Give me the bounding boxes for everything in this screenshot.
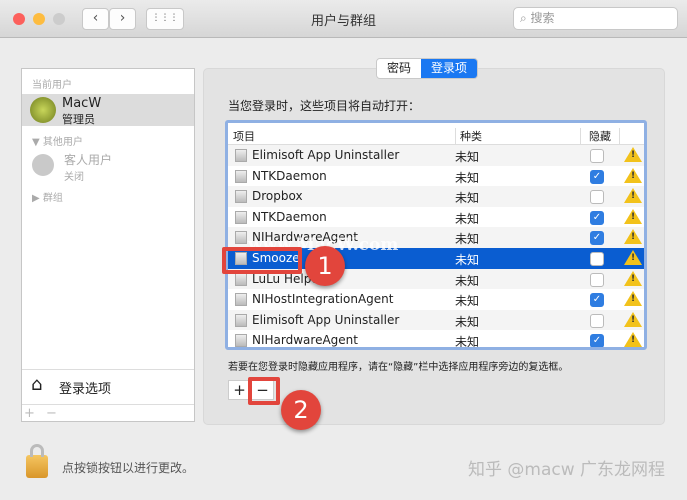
user-sidebar: 当前用户 MacW 管理员 ▼ 其他用户 客人用户 关闭 ▶ 群组 ⌂ 登录选项… xyxy=(21,68,195,422)
item-kind: 未知 xyxy=(455,150,480,164)
warning-icon: ! xyxy=(624,311,642,327)
warning-icon: ! xyxy=(624,188,642,204)
item-name: Elimisoft App Uninstaller xyxy=(252,148,400,162)
app-icon xyxy=(235,293,247,307)
warning-icon: ! xyxy=(624,249,642,265)
current-user-header: 当前用户 xyxy=(32,80,72,91)
column-kind[interactable]: 种类 xyxy=(455,128,482,144)
item-kind: 未知 xyxy=(455,335,480,350)
warning-icon: ! xyxy=(624,291,642,307)
guest-avatar-icon xyxy=(32,154,54,176)
app-icon xyxy=(235,272,247,286)
annotation-badge-1: 1 xyxy=(305,246,345,286)
table-row[interactable]: Dropbox 未知 ! xyxy=(228,186,644,207)
intro-text: 当您登录时，这些项目将自动打开： xyxy=(228,99,421,113)
item-kind: 未知 xyxy=(455,170,480,185)
app-icon xyxy=(235,210,247,224)
item-name: NTKDaemon xyxy=(252,209,327,224)
warning-icon: ! xyxy=(624,167,642,183)
warning-icon: ! xyxy=(624,208,642,224)
table-row[interactable]: Elimisoft App Uninstaller 未知 ! xyxy=(228,309,644,331)
hide-checkbox[interactable]: ✓ xyxy=(590,231,604,246)
annotation-badge-2: 2 xyxy=(281,390,321,430)
app-icon xyxy=(235,334,247,347)
warning-icon: ! xyxy=(624,332,642,347)
user-name: MacW xyxy=(62,96,102,111)
sidebar-remove-button[interactable]: − xyxy=(46,406,57,421)
warning-icon: ! xyxy=(624,147,642,162)
sidebar-add-button[interactable]: + xyxy=(24,406,35,421)
table-row[interactable]: Elimisoft App Uninstaller 未知 ! xyxy=(228,145,644,166)
table-row[interactable]: NTKDaemon 未知 ✓ ! xyxy=(228,207,644,228)
item-kind: 未知 xyxy=(455,314,480,329)
hide-note: 若要在您登录时隐藏应用程序，请在“隐藏”栏中选择应用程序旁边的复选框。 xyxy=(228,362,569,373)
item-kind: 未知 xyxy=(455,294,480,309)
annotation-box-2 xyxy=(248,377,280,405)
annotation-box-1 xyxy=(222,247,302,274)
user-item-macw[interactable]: MacW 管理员 xyxy=(22,94,194,126)
item-name: NIHardwareAgent xyxy=(252,333,358,348)
avatar xyxy=(30,97,56,123)
hide-checkbox[interactable]: ✓ xyxy=(590,293,604,308)
hide-checkbox[interactable]: ✓ xyxy=(590,210,604,225)
item-kind: 未知 xyxy=(455,273,480,288)
guest-status: 关闭 xyxy=(64,172,84,183)
table-row[interactable]: NTKDaemon 未知 ✓ ! xyxy=(228,166,644,187)
column-hide[interactable]: 隐藏 xyxy=(580,128,620,144)
table-row[interactable]: NIHardwareAgent 未知 ✓ ! xyxy=(228,330,644,350)
app-icon xyxy=(235,149,247,162)
hide-checkbox[interactable] xyxy=(590,149,604,163)
app-icon xyxy=(235,169,247,183)
app-icon xyxy=(235,313,247,327)
lock-icon[interactable] xyxy=(26,444,48,478)
table-row[interactable]: NIHostIntegrationAgent 未知 ✓ ! xyxy=(228,289,644,310)
login-options-item[interactable]: ⌂ 登录选项 xyxy=(22,369,194,405)
search-input[interactable]: ⌕ 搜索 xyxy=(513,7,678,30)
item-kind: 未知 xyxy=(455,191,480,206)
warning-icon: ! xyxy=(624,229,642,245)
guest-user[interactable]: 客人用户 xyxy=(64,151,112,168)
app-icon xyxy=(235,190,247,204)
item-name: Dropbox xyxy=(252,189,303,204)
hide-checkbox[interactable] xyxy=(590,251,604,266)
hide-checkbox[interactable] xyxy=(590,190,604,205)
hide-checkbox[interactable] xyxy=(590,272,604,287)
item-name: NIHostIntegrationAgent xyxy=(252,292,394,307)
tab-bar: 密码 登录项 xyxy=(376,58,479,79)
search-icon: ⌕ xyxy=(520,11,531,25)
item-name: Elimisoft App Uninstaller xyxy=(252,312,400,327)
other-users-header[interactable]: ▼ 其他用户 xyxy=(32,133,83,148)
groups-item[interactable]: ▶ 群组 xyxy=(32,189,63,204)
column-item[interactable]: 项目 xyxy=(233,128,255,144)
user-role: 管理员 xyxy=(62,113,95,126)
tab-password[interactable]: 密码 xyxy=(377,59,422,78)
house-icon: ⌂ xyxy=(31,374,43,395)
item-name: NTKDaemon xyxy=(252,168,327,183)
hide-checkbox[interactable]: ✓ xyxy=(590,169,604,184)
warning-icon: ! xyxy=(624,270,642,286)
lock-hint: 点按锁按钮以进行更改。 xyxy=(62,461,195,475)
app-icon xyxy=(235,231,247,245)
table-header: 项目 种类 隐藏 xyxy=(228,123,644,145)
item-kind: 未知 xyxy=(455,211,480,226)
tab-login-items[interactable]: 登录项 xyxy=(421,59,478,78)
title-bar: ‹ › ⋮⋮⋮ 用户与群组 ⌕ 搜索 xyxy=(0,0,687,38)
hide-checkbox[interactable]: ✓ xyxy=(590,334,604,347)
watermark-bottom: 知乎 @macw 广东龙网程 xyxy=(468,460,666,480)
item-kind: 未知 xyxy=(455,252,480,267)
item-kind: 未知 xyxy=(455,232,480,247)
hide-checkbox[interactable] xyxy=(590,313,604,328)
